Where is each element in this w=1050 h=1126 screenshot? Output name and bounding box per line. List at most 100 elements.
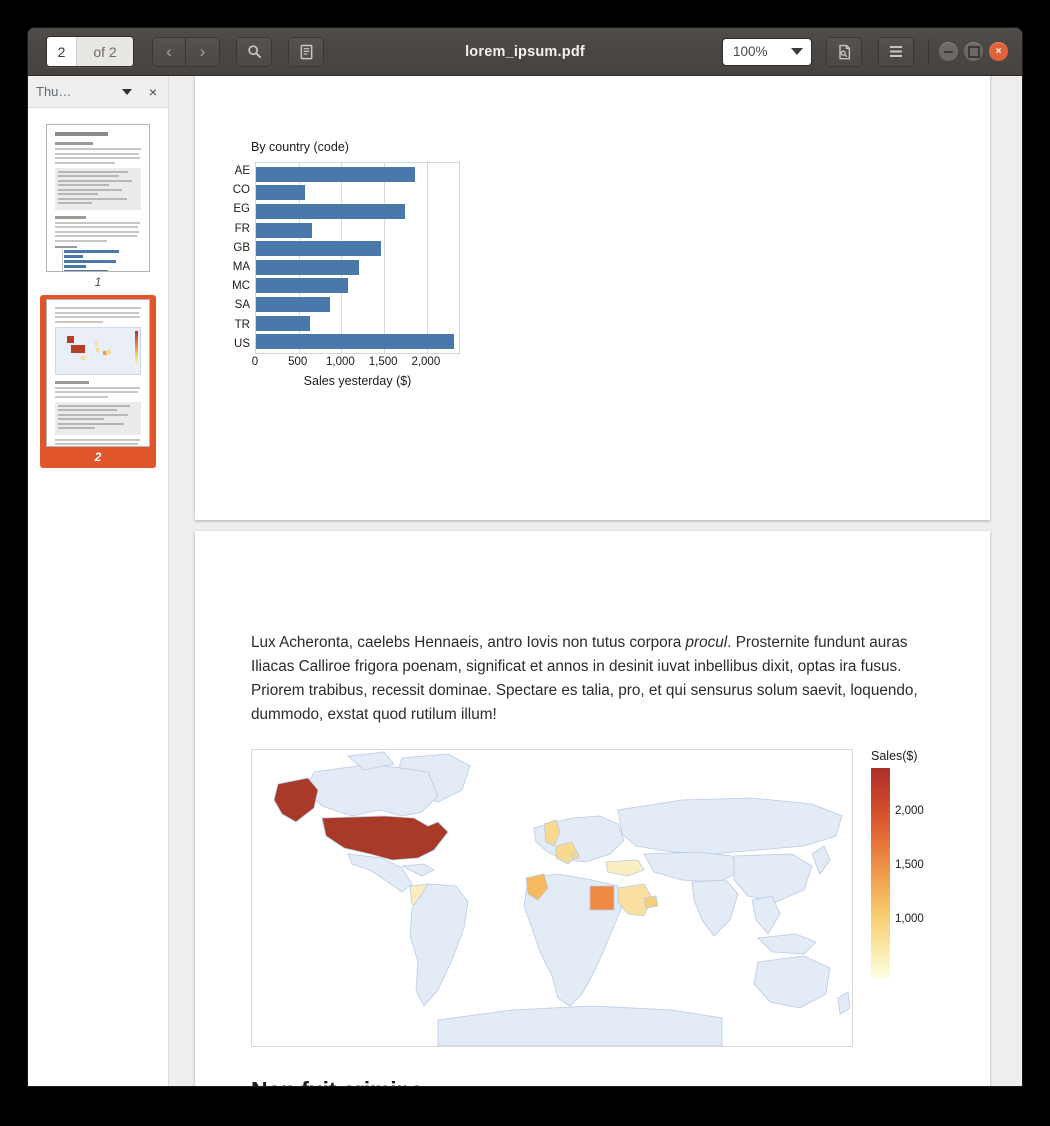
chart-y-axis-labels: AE CO EG FR GB MA MC SA TR US [223, 162, 255, 354]
document-page-2: Lux Acheronta, caelebs Hennaeis, antro I… [195, 531, 990, 1086]
previous-page-button[interactable]: ‹ [152, 36, 186, 67]
chart-y-tick-AE: AE [234, 165, 250, 177]
menu-group [878, 36, 914, 67]
chart-y-tick-MC: MC [232, 280, 250, 293]
chart-y-tick-TR: TR [234, 318, 250, 331]
legend-tick-1500: 1,500 [895, 858, 924, 871]
legend-tick-2000: 2,000 [895, 805, 924, 818]
legend-colorbar [871, 768, 890, 978]
thumbnail-item-2[interactable]: 2 [40, 295, 156, 468]
chevron-down-icon[interactable] [121, 88, 132, 95]
chart-x-tick-2000: 2,000 [411, 356, 441, 368]
chevron-down-icon [791, 48, 803, 55]
minimize-icon [944, 50, 953, 53]
chart-bar-MC [256, 278, 348, 294]
page-total-label: of 2 [76, 37, 133, 66]
chart-bar-MA [256, 259, 359, 275]
annotations-button[interactable] [288, 36, 324, 67]
sidebar-header: Thu… × [28, 76, 168, 108]
chart-y-tick-CO: CO [232, 184, 250, 197]
annotations-group [288, 36, 324, 67]
sidebar-close-button[interactable]: × [146, 85, 160, 99]
chevron-right-icon: › [199, 42, 206, 61]
thumbnail-preview-page-2 [46, 299, 150, 447]
search-icon [247, 45, 261, 59]
hamburger-icon [890, 46, 902, 57]
chart-x-tick-1000: 1,000 [326, 356, 355, 368]
thumbnail-preview-page-1 [46, 124, 150, 272]
search-button[interactable] [236, 36, 272, 67]
mini-legend [135, 330, 138, 367]
chart-bar-AE [256, 166, 415, 182]
map-legend: Sales($) 2,000 1,500 1,000 [871, 749, 951, 978]
chart-bar-GB [256, 241, 382, 257]
chart-title: By country (code) [251, 140, 349, 154]
paragraph-1-italic: procul [685, 634, 728, 651]
hamburger-menu-button[interactable] [878, 36, 914, 67]
minimize-button[interactable] [939, 42, 958, 61]
page-number-entry[interactable]: 2 of 2 [46, 36, 134, 67]
zoom-level-select[interactable]: 100% [722, 37, 812, 66]
thumbnail-label: 2 [94, 450, 102, 464]
chart-y-tick-GB: GB [233, 241, 250, 254]
chart-x-tick-500: 500 [288, 356, 308, 368]
paragraph-1: Lux Acheronta, caelebs Hennaeis, antro I… [251, 631, 933, 727]
chart-bar-EG [256, 203, 406, 219]
window-titlebar: lorem_ipsum.pdf 2 of 2 ‹ › 100% × [28, 28, 1022, 76]
titlebar-separator [928, 38, 929, 65]
section-heading: Non fuit crimine [251, 1077, 933, 1086]
choropleth-map [273, 751, 851, 1046]
thumbnail-label: 1 [94, 275, 102, 289]
mini-map [55, 326, 141, 375]
mini-title [55, 132, 109, 136]
sidebar-title: Thu… [36, 84, 72, 99]
zoom-level-value: 100% [733, 44, 768, 59]
chart-y-tick-EG: EG [233, 203, 250, 216]
viewer-body: Thu… × 1 2 By country (code) AE CO EG FR… [28, 76, 1022, 1086]
page-fit-button[interactable] [826, 36, 862, 67]
page-number-input[interactable]: 2 [47, 37, 76, 66]
thumbnail-item-1[interactable]: 1 [40, 120, 156, 293]
chart-bar-FR [256, 222, 313, 238]
chart-plot-area [255, 162, 460, 354]
page-fit-icon [838, 44, 850, 59]
chart-y-tick-US: US [234, 337, 250, 350]
legend-colorbar-wrap: 2,000 1,500 1,000 [871, 768, 951, 978]
chart-bar-TR [256, 315, 310, 331]
chart-y-tick-SA: SA [234, 299, 250, 312]
legend-title: Sales($) [871, 749, 918, 763]
maximize-icon [967, 45, 980, 58]
search-group [236, 36, 272, 67]
mini-bar-chart [55, 245, 141, 271]
chart-bar-US [256, 334, 455, 350]
document-page-1: By country (code) AE CO EG FR GB MA MC SA TR US 0… [195, 76, 990, 520]
chevron-left-icon: ‹ [166, 42, 172, 61]
maximize-button[interactable] [964, 42, 983, 61]
paragraph-1-part-a: Lux Acheronta, caelebs Hennaeis, antro I… [251, 634, 686, 651]
bar-chart-figure: By country (code) AE CO EG FR GB MA MC SA TR US 0… [223, 140, 523, 388]
titlebar-right-controls: 100% × [722, 36, 1012, 67]
next-page-button[interactable]: › [186, 36, 220, 67]
chart-x-tick-0: 0 [251, 356, 259, 368]
chart-x-axis: 0 500 1,000 1,500 2,000 [251, 354, 460, 372]
notepad-icon [300, 44, 312, 59]
chart-y-tick-FR: FR [234, 222, 250, 235]
close-window-button[interactable]: × [989, 42, 1008, 61]
close-icon: × [995, 45, 1002, 57]
thumbnail-sidebar: Thu… × 1 2 [28, 76, 169, 1086]
chart-x-axis-title: Sales yesterday ($) [303, 374, 412, 388]
chart-bar-SA [256, 297, 331, 312]
page-navigation-group: ‹ › [152, 36, 220, 67]
view-mode-group [826, 36, 862, 67]
chart-bars [256, 163, 459, 353]
chart-x-tick-1500: 1,500 [368, 356, 398, 368]
chart-bar-CO [256, 185, 305, 201]
mini-subheading [55, 142, 93, 145]
legend-tick-1000: 1,000 [895, 912, 924, 925]
window-controls: × [939, 42, 1008, 61]
mini-code-block [55, 167, 141, 210]
thumbnail-list: 1 2 [28, 108, 168, 1086]
world-map-figure [251, 749, 853, 1047]
pdf-viewer-window: lorem_ipsum.pdf 2 of 2 ‹ › 100% × Thu… ×… [28, 28, 1022, 1086]
document-scroll-area[interactable]: By country (code) AE CO EG FR GB MA MC SA TR US 0… [169, 76, 1022, 1086]
